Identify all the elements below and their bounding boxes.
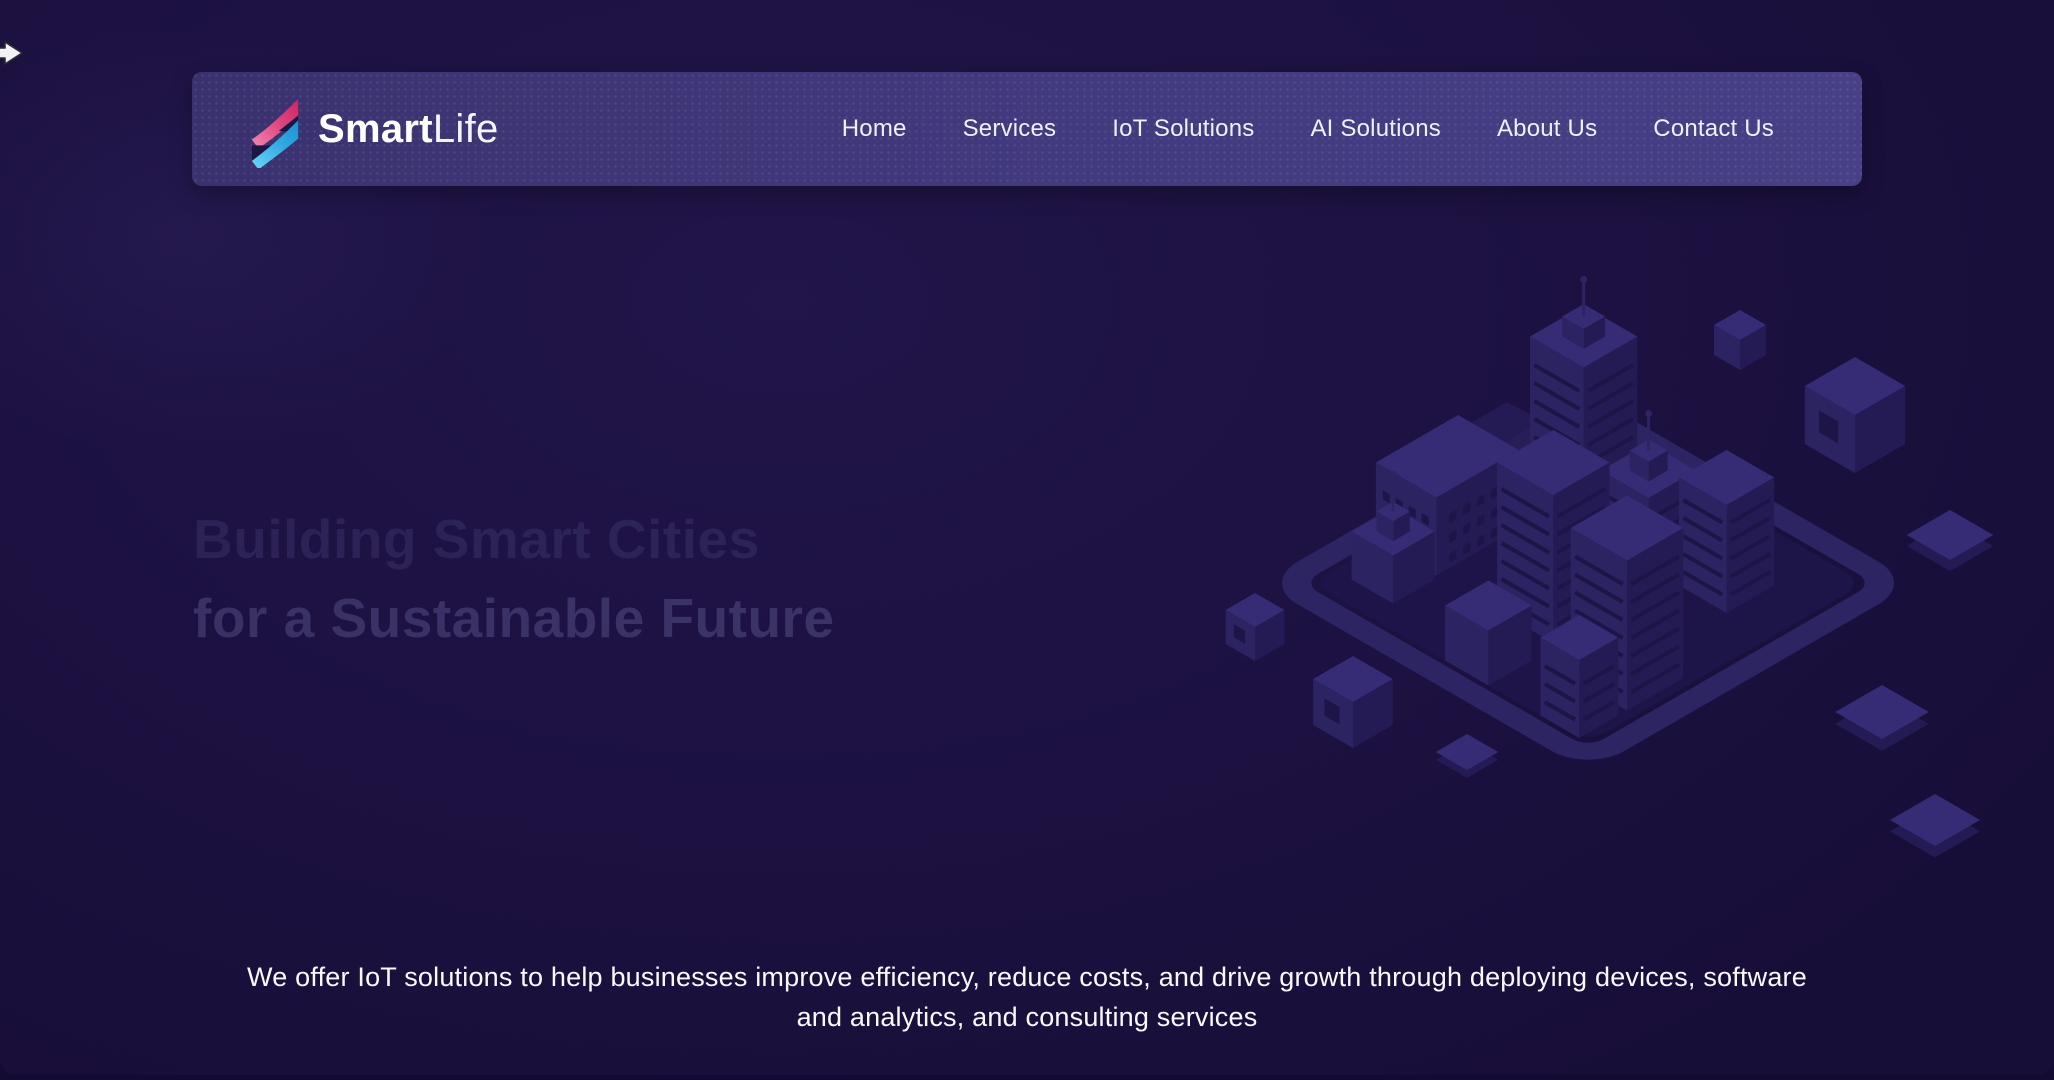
nav-item-ai-solutions[interactable]: AI Solutions: [1310, 115, 1440, 143]
nav-item-home[interactable]: Home: [842, 115, 907, 143]
brand-logo[interactable]: SmartLife: [246, 90, 499, 168]
arrow-cursor-icon: [0, 40, 25, 71]
isometric-city-illustration: [1175, 240, 2054, 900]
nav-item-contact-us[interactable]: Contact Us: [1653, 115, 1774, 143]
nav-item-about-us[interactable]: About Us: [1497, 115, 1597, 143]
hero-heading: Building Smart Cities for a Sustainable …: [193, 500, 835, 658]
hero-heading-line1: Building Smart Cities: [193, 500, 835, 579]
hero-heading-line2: for a Sustainable Future: [193, 579, 835, 658]
nav-item-services[interactable]: Services: [963, 115, 1057, 143]
navbar: SmartLife Home Services IoT Solutions AI…: [192, 72, 1862, 186]
smartlife-s-ribbon-logo-icon: [246, 90, 304, 168]
page-content: SmartLife Home Services IoT Solutions AI…: [0, 0, 2054, 1075]
hero-description: We offer IoT solutions to help businesse…: [247, 957, 1807, 1037]
brand-name: SmartLife: [318, 109, 499, 149]
nav-item-iot-solutions[interactable]: IoT Solutions: [1112, 115, 1254, 143]
main-nav: Home Services IoT Solutions AI Solutions…: [842, 115, 1774, 143]
